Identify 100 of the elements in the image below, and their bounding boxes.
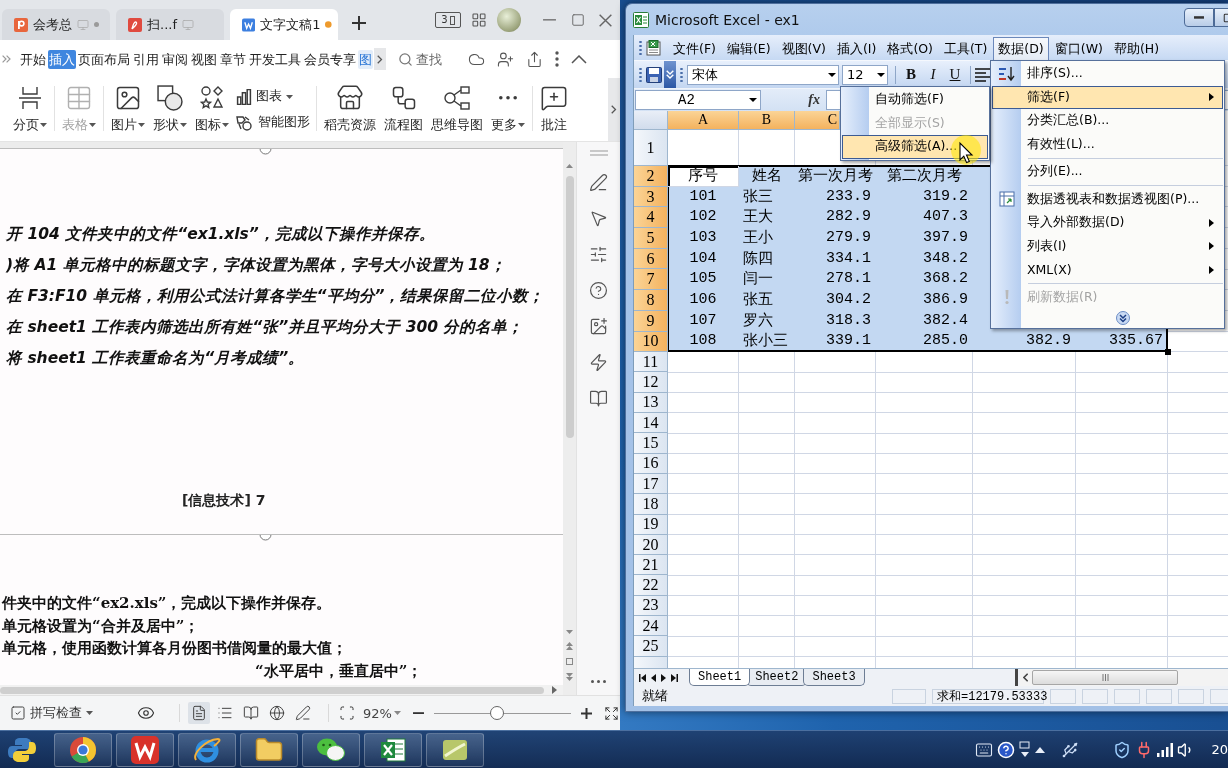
sheet-tab[interactable]: Sheet1 bbox=[689, 669, 751, 686]
row-header[interactable]: 13 bbox=[634, 392, 668, 414]
scroll-up-icon[interactable] bbox=[566, 164, 573, 168]
panel-toggle-icon[interactable] bbox=[589, 150, 608, 156]
grip-icon[interactable] bbox=[639, 39, 642, 56]
row-header[interactable]: 18 bbox=[634, 494, 668, 515]
table-cell[interactable]: 278.1 bbox=[795, 269, 876, 291]
ribbon-tab[interactable]: 会员专享 bbox=[303, 49, 357, 69]
apps-grid-icon[interactable] bbox=[471, 12, 487, 28]
table-cell[interactable]: 王小 bbox=[739, 228, 795, 249]
zoom-slider-thumb[interactable] bbox=[489, 706, 504, 720]
more-menu-icon[interactable] bbox=[555, 51, 559, 67]
menu-item[interactable]: 列表(I) bbox=[992, 234, 1223, 258]
taskbar-button[interactable] bbox=[426, 732, 484, 767]
ribbon-button[interactable]: 更多 bbox=[488, 78, 528, 141]
user-add-icon[interactable] bbox=[497, 50, 514, 68]
font-name-combo[interactable]: 宋体 bbox=[687, 64, 839, 85]
row-header[interactable]: 7 bbox=[634, 269, 668, 291]
new-tab-button[interactable] bbox=[352, 16, 366, 30]
row-header[interactable]: 16 bbox=[634, 453, 668, 474]
spell-check-button[interactable]: 拼写检查 bbox=[10, 704, 93, 722]
row-header[interactable]: 20 bbox=[634, 534, 668, 556]
ribbon-button[interactable]: 图片 bbox=[108, 78, 148, 141]
menu-item[interactable]: 排序(S)... bbox=[992, 62, 1223, 86]
row-header[interactable]: 6 bbox=[634, 248, 668, 270]
expand-icon[interactable] bbox=[2, 55, 11, 63]
cursor-icon[interactable] bbox=[589, 209, 608, 228]
ribbon-tab[interactable]: 插入 bbox=[48, 49, 76, 69]
document-tab[interactable]: 会考总 bbox=[2, 9, 110, 40]
menu-bar-item[interactable]: 数据(D) bbox=[993, 37, 1049, 60]
window-count-button[interactable]: 3 bbox=[435, 12, 461, 28]
ribbon-button[interactable]: 批注 bbox=[537, 78, 571, 141]
menu-item[interactable]: 有效性(L)... bbox=[992, 132, 1223, 156]
column-header[interactable]: A bbox=[668, 111, 739, 130]
scroll-down-icon[interactable] bbox=[566, 630, 573, 634]
table-cell[interactable]: 334.1 bbox=[795, 248, 876, 270]
table-cell[interactable]: 104 bbox=[668, 248, 739, 270]
next-page-icon[interactable] bbox=[566, 673, 573, 681]
table-cell[interactable]: 101 bbox=[668, 186, 739, 208]
fullscreen-button[interactable] bbox=[603, 705, 619, 721]
name-box[interactable]: A2 bbox=[635, 90, 761, 110]
ribbon-tab[interactable]: 审阅 bbox=[161, 49, 189, 69]
menu-item[interactable]: 分类汇总(B)... bbox=[992, 109, 1223, 133]
ribbon-tab[interactable]: 视图 bbox=[190, 49, 218, 69]
ribbon-tab[interactable]: 章节 bbox=[219, 49, 247, 69]
grip-icon[interactable] bbox=[639, 66, 642, 83]
table-cell[interactable]: 第一次月考 bbox=[795, 166, 876, 187]
vertical-scrollbar[interactable] bbox=[565, 176, 574, 438]
last-sheet-icon[interactable] bbox=[671, 673, 678, 682]
row-header[interactable]: 14 bbox=[634, 413, 668, 434]
document-tab[interactable]: 扫...f bbox=[116, 9, 224, 40]
table-cell[interactable]: 339.1 bbox=[795, 331, 876, 353]
table-cell[interactable]: 282.9 bbox=[795, 207, 876, 229]
ribbon-button[interactable]: 图表 bbox=[236, 88, 310, 105]
row-header[interactable]: 4 bbox=[634, 207, 668, 229]
first-sheet-icon[interactable] bbox=[639, 673, 646, 682]
select-browse-icon[interactable] bbox=[566, 658, 573, 665]
pen-icon[interactable] bbox=[589, 173, 608, 192]
maximize-icon[interactable] bbox=[571, 13, 585, 27]
ribbon-button[interactable]: 图标 bbox=[192, 78, 232, 141]
row-header[interactable]: 8 bbox=[634, 290, 668, 311]
menu-bar-item[interactable]: 窗口(W) bbox=[1049, 37, 1108, 60]
view-mode-button[interactable] bbox=[188, 702, 210, 724]
save-icon[interactable] bbox=[646, 66, 662, 83]
usb-icon[interactable] bbox=[1061, 740, 1080, 759]
shield-icon[interactable] bbox=[1113, 740, 1132, 759]
lightning-icon[interactable] bbox=[589, 353, 608, 372]
sheet-tab[interactable]: Sheet3 bbox=[803, 669, 865, 686]
menu-bar-item[interactable]: 视图(V) bbox=[776, 37, 831, 60]
collapse-icon[interactable] bbox=[571, 54, 587, 64]
align-left-icon[interactable] bbox=[975, 67, 991, 82]
menu-bar-item[interactable]: 工具(T) bbox=[938, 37, 993, 60]
table-cell[interactable]: 348.2 bbox=[876, 248, 973, 270]
format-button[interactable]: I bbox=[922, 63, 944, 86]
row-header[interactable]: 19 bbox=[634, 514, 668, 535]
horizontal-scrollbar[interactable] bbox=[0, 686, 544, 694]
row-header[interactable]: 9 bbox=[634, 310, 668, 332]
close-icon[interactable] bbox=[599, 13, 612, 27]
ribbon-tab[interactable]: 图 bbox=[358, 49, 373, 69]
ribbon-button[interactable]: 分页 bbox=[10, 78, 50, 141]
document-tab[interactable]: 文字文稿1 bbox=[230, 9, 338, 40]
table-cell[interactable]: 102 bbox=[668, 207, 739, 229]
table-cell[interactable]: 335.67 bbox=[1076, 331, 1168, 353]
table-cell[interactable]: 张三 bbox=[739, 186, 795, 208]
help-icon[interactable] bbox=[589, 281, 608, 300]
menu-bar-item[interactable]: 格式(O) bbox=[882, 37, 938, 60]
ribbon-button[interactable]: 稻壳资源 bbox=[321, 78, 379, 141]
taskbar-button[interactable] bbox=[116, 732, 174, 767]
minimize-button[interactable] bbox=[1184, 8, 1214, 27]
window-switch-icon[interactable] bbox=[1019, 740, 1032, 759]
menu-item[interactable]: 高级筛选(A)... bbox=[842, 135, 988, 159]
next-sheet-icon[interactable] bbox=[661, 673, 666, 682]
table-cell[interactable]: 382.4 bbox=[876, 310, 973, 332]
show-hidden-icons-icon[interactable] bbox=[1035, 746, 1046, 753]
fit-page-button[interactable] bbox=[339, 705, 355, 721]
row-header[interactable]: 3 bbox=[634, 186, 668, 208]
zoom-out-button[interactable] bbox=[412, 711, 424, 715]
table-cell[interactable]: 第二次月考 bbox=[876, 166, 973, 187]
toolbar-options-button[interactable] bbox=[664, 61, 676, 88]
table-cell[interactable]: 107 bbox=[668, 310, 739, 332]
